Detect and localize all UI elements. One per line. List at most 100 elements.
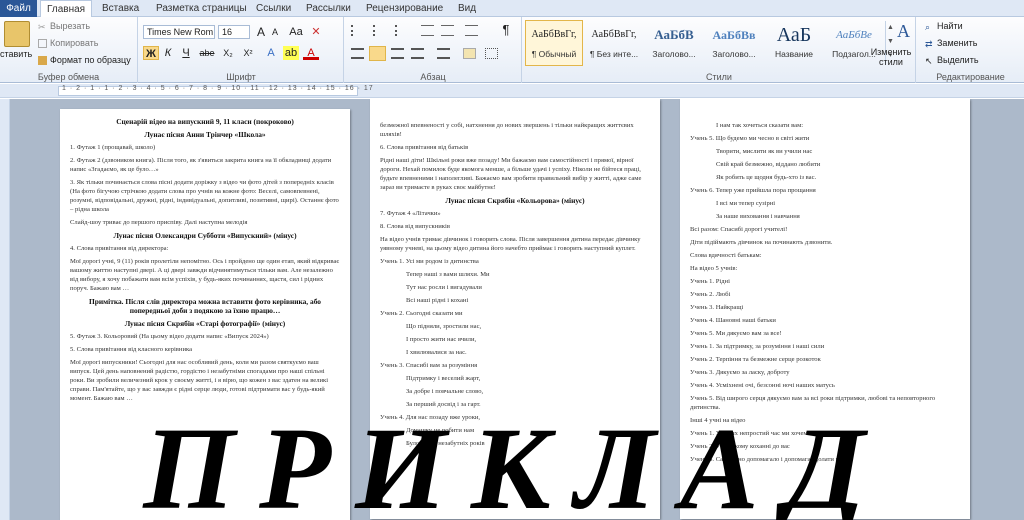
style-sample: АаБ <box>776 24 812 46</box>
style-heading-1[interactable]: АаБбВ Заголово... <box>645 20 703 66</box>
editing-group: ⌕ Найти ⇄ Заменить ↖ Выделить Редактиров… <box>917 17 1024 83</box>
justify-icon[interactable] <box>411 48 424 59</box>
tab-references[interactable]: Ссылки <box>250 0 297 17</box>
replace-label: Заменить <box>937 38 978 48</box>
document-area[interactable]: Сценарій відео на випускний 9, 11 класи … <box>0 99 1024 520</box>
text-line: Діти підіймають дівчинок на починають дз… <box>690 239 833 246</box>
font-name-select[interactable]: Times New Rom <box>143 25 215 39</box>
paste-button[interactable]: ставить <box>0 49 32 59</box>
text-line: Учень 3. Дякуємо за ласку, доброту <box>690 369 790 376</box>
highlight-icon[interactable]: ab <box>283 46 299 60</box>
text-line: Мої дорогі учні, 9 (11) років пролетіли … <box>70 258 340 292</box>
tab-page-layout[interactable]: Разметка страницы <box>150 0 253 17</box>
page-3[interactable]: І нам так хочеться сказати вам: Учень 5.… <box>680 99 970 519</box>
song-line: Лунає пісня Скрябін «Старі фотографії» (… <box>124 319 286 328</box>
italic-button[interactable]: К <box>161 46 175 60</box>
font-color-icon[interactable]: A <box>303 46 319 60</box>
verse-line: Свій край безмежно, віддано любити <box>716 161 821 168</box>
tab-view[interactable]: Вид <box>452 0 482 17</box>
shading-icon[interactable] <box>463 48 476 59</box>
decrease-indent-icon[interactable] <box>421 25 434 36</box>
binoculars-icon: ⌕ <box>925 21 931 32</box>
tab-mailings[interactable]: Рассылки <box>300 0 357 17</box>
text-effects-icon[interactable]: A <box>263 46 279 60</box>
align-right-icon[interactable] <box>391 48 404 59</box>
increase-indent-icon[interactable] <box>441 25 454 36</box>
style-no-spacing[interactable]: АаБбВвГг, ¶ Без инте... <box>585 20 643 66</box>
align-center-icon[interactable] <box>369 46 386 61</box>
subscript-button[interactable]: X₂ <box>219 46 237 60</box>
text-line: 6. Слова привітання від батьків <box>380 144 469 151</box>
format-painter-button[interactable]: Формат по образцу <box>38 55 131 65</box>
text-line: Учень 1. Усі ми родом із дитинства <box>380 258 479 265</box>
copy-label: Копировать <box>50 38 99 48</box>
ribbon: ставить ✂ Вырезать Копировать Формат по … <box>0 17 1024 83</box>
style-heading-2[interactable]: АаБбВв Заголово... <box>705 20 763 66</box>
style-name: ¶ Без инте... <box>589 49 639 59</box>
change-case-button[interactable]: Aa <box>287 25 305 39</box>
cut-label: Вырезать <box>50 21 91 31</box>
select-label: Выделить <box>937 55 979 65</box>
horizontal-ruler[interactable]: 1 · 2 · 1 · 1 · 2 · 3 · 4 · 5 · 6 · 7 · … <box>0 84 1024 98</box>
verse-line: І нам так хочеться сказати вам: <box>716 122 804 129</box>
text-line: Учень 2. У великому коханні до вас <box>690 443 790 450</box>
text-line: На відео 5 учнів: <box>690 265 738 272</box>
song-line: Лунає пісня Скрябін «Кольорова» (мінус) <box>445 196 585 205</box>
select-button[interactable]: ↖ Выделить <box>925 55 979 66</box>
line-spacing-icon[interactable] <box>437 48 450 59</box>
sort-icon[interactable] <box>465 25 478 36</box>
font-group: Times New Rom 16 A A Aa ✕ Ж К Ч abe X₂ X… <box>139 17 344 83</box>
style-name: Название <box>775 49 813 59</box>
show-marks-button[interactable]: ¶ <box>499 23 513 37</box>
tab-insert[interactable]: Вставка <box>96 0 145 17</box>
text-line: 4. Слова привітання від директора: <box>70 245 169 252</box>
vertical-ruler[interactable] <box>0 99 10 520</box>
paragraph-group-label: Абзац <box>420 72 446 82</box>
borders-icon[interactable] <box>485 48 498 59</box>
tab-home[interactable]: Главная <box>40 0 93 18</box>
clipboard-group-label: Буфер обмена <box>37 72 100 82</box>
text-line: Учень 1. Рідні <box>690 278 730 285</box>
verse-line: Було 9 (11) незабутніх років <box>406 440 485 447</box>
align-left-icon[interactable] <box>351 48 364 59</box>
text-line: Слова вдячності батькам: <box>690 252 762 259</box>
change-styles-button[interactable]: Изменить стили <box>866 47 916 67</box>
strikethrough-button[interactable]: abe <box>197 46 217 60</box>
shrink-font-button[interactable]: A <box>269 25 281 39</box>
paste-icon[interactable] <box>4 21 30 47</box>
bold-button[interactable]: Ж <box>143 46 159 60</box>
multilevel-list-icon[interactable] <box>395 25 408 36</box>
underline-button[interactable]: Ч <box>177 46 195 60</box>
tab-review[interactable]: Рецензирование <box>360 0 449 17</box>
text-line: Учень 4. Шановні наші батьки <box>690 317 776 324</box>
style-title[interactable]: АаБ Название <box>765 20 823 66</box>
text-line: Учень 2. Любі <box>690 291 731 298</box>
bullets-icon[interactable] <box>351 25 364 36</box>
find-button[interactable]: ⌕ Найти <box>925 21 963 32</box>
tab-file[interactable]: Файл <box>0 0 37 17</box>
replace-button[interactable]: ⇄ Заменить <box>925 38 978 49</box>
page-2[interactable]: безмежної впевненості у собі, натхнення … <box>370 99 660 519</box>
superscript-button[interactable]: X² <box>239 46 257 60</box>
verse-line: За наше виховання і навчання <box>716 213 800 220</box>
style-sample: АаБбВе <box>836 29 872 41</box>
copy-button[interactable]: Копировать <box>38 38 98 48</box>
grow-font-button[interactable]: A <box>255 25 267 39</box>
note-line: Примітка. Після слів директора можна вст… <box>88 297 321 315</box>
cut-button[interactable]: ✂ Вырезать <box>38 21 91 32</box>
text-line: Інші 4 учні на відео <box>690 417 746 424</box>
change-styles-icon[interactable]: A <box>897 21 915 43</box>
style-sample: АаБбВ <box>654 27 694 42</box>
style-normal[interactable]: АаБбВвГг, ¶ Обычный <box>525 20 583 66</box>
format-painter-label: Формат по образцу <box>50 55 131 65</box>
text-line: Учень 3. Найкращі <box>690 304 744 311</box>
text-line: Учень 1. У таких непростий час ми хочемо… <box>690 430 850 437</box>
font-size-select[interactable]: 16 <box>218 25 250 39</box>
verse-line: Творити, мислити як ви учили нас <box>716 148 813 155</box>
numbering-icon[interactable] <box>373 25 386 36</box>
text-line: 8. Слова від випускників <box>380 223 450 230</box>
clear-format-icon[interactable]: ✕ <box>309 25 323 39</box>
text-line: Учень 5. Ми дякуємо вам за все! <box>690 330 782 337</box>
page-1[interactable]: Сценарій відео на випускний 9, 11 класи … <box>60 109 350 520</box>
text-line: Учень 4. Усміхнені очі, безсонні ночі на… <box>690 382 835 389</box>
